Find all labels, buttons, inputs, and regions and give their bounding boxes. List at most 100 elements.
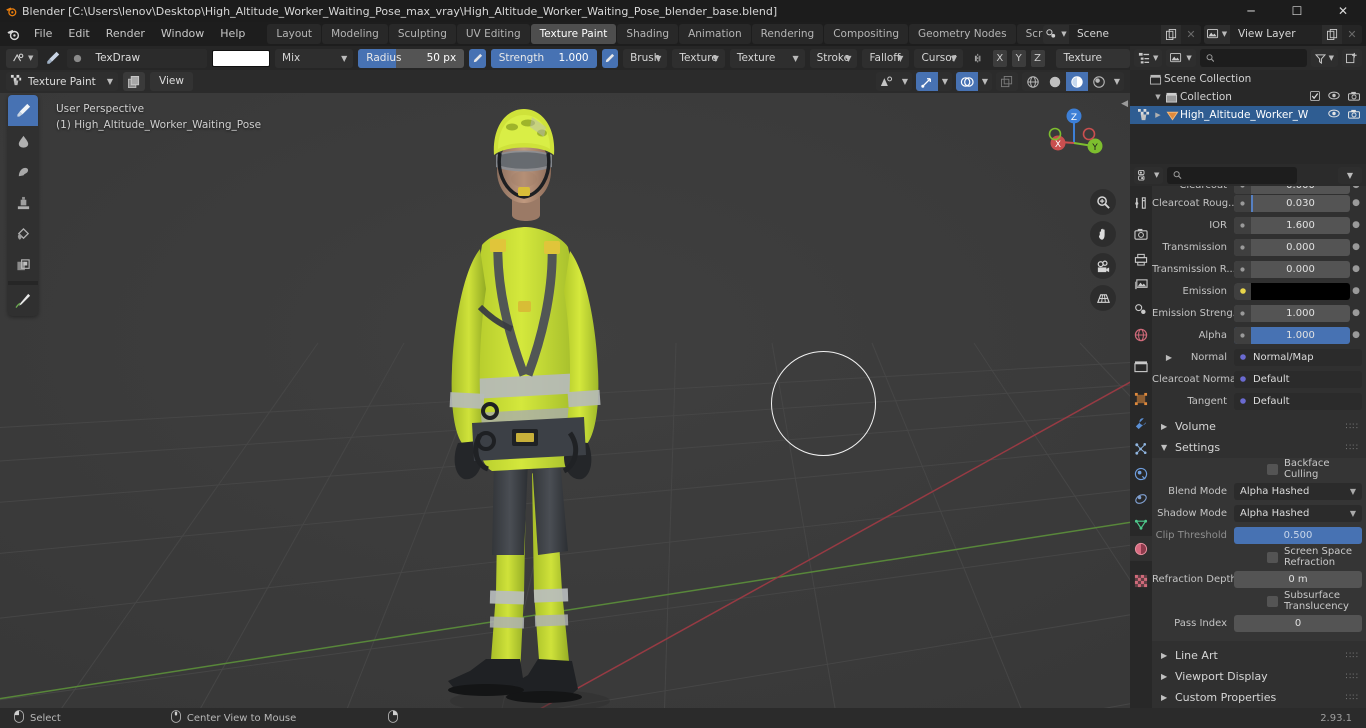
view-menu[interactable]: View — [150, 72, 193, 91]
tab-modeling[interactable]: Modeling — [322, 24, 388, 44]
animate-dot-icon[interactable]: ● — [1350, 198, 1362, 208]
animate-dot-icon[interactable]: ● — [1350, 330, 1362, 340]
row-clip-threshold[interactable]: Clip Threshold 0.500 — [1152, 524, 1366, 546]
animate-dot-icon[interactable]: ● — [1350, 220, 1362, 230]
remove-view-layer-button[interactable]: ✕ — [1342, 24, 1362, 44]
driver-dot-icon[interactable] — [1234, 194, 1251, 212]
grid-icon[interactable] — [1090, 285, 1116, 311]
panel-custom-properties[interactable]: ▶ Custom Properties ∷∷ — [1152, 687, 1366, 708]
brush-popover[interactable]: Brush ▼ — [623, 48, 668, 68]
shading-mode-group[interactable]: ▼ — [1022, 72, 1124, 91]
camera-icon[interactable] — [1348, 91, 1360, 104]
value-field[interactable]: 0.000 — [1234, 238, 1350, 256]
view-layer-icon[interactable]: ▼ — [1204, 24, 1230, 44]
tool-settings-popover[interactable]: ▼ — [6, 48, 39, 68]
interaction-mode-selector[interactable]: Texture Paint ▼ — [6, 72, 118, 91]
panel-line-art[interactable]: ▶ Line Art ∷∷ — [1152, 645, 1366, 666]
row-clearcoat-normal[interactable]: Clearcoat Normal Default — [1152, 368, 1366, 390]
checkbox-icon[interactable] — [1310, 90, 1320, 104]
3d-viewport[interactable]: User Perspective (1) High_Altitude_Worke… — [0, 93, 1130, 708]
draw-tool-button[interactable] — [8, 95, 38, 126]
new-scene-icon[interactable] — [1161, 24, 1181, 44]
disclosure-triangle-icon[interactable]: ▼ — [1161, 443, 1169, 452]
overlays-icon[interactable] — [956, 72, 978, 91]
smear-tool-button[interactable] — [8, 157, 38, 188]
hand-icon[interactable] — [1090, 221, 1116, 247]
row-blend-mode[interactable]: Blend Mode Alpha Hashed ▼ — [1152, 480, 1366, 502]
rendered-shading-icon[interactable] — [1088, 72, 1110, 91]
zoom-icon[interactable] — [1090, 189, 1116, 215]
close-button[interactable]: ✕ — [1320, 0, 1366, 22]
disclosure-triangle-icon[interactable]: ▶ — [1152, 353, 1172, 362]
tab-layout[interactable]: Layout — [267, 24, 322, 44]
disclosure-triangle-icon[interactable]: ▶ — [1161, 672, 1169, 681]
row-backface-culling[interactable]: Backface Culling — [1152, 458, 1366, 480]
solid-shading-icon[interactable] — [1044, 72, 1066, 91]
link-field[interactable]: Default — [1234, 392, 1362, 410]
driver-dot-icon[interactable] — [1234, 216, 1251, 234]
symmetry-y-button[interactable]: Y — [1011, 49, 1026, 67]
disclosure-triangle-icon[interactable]: ▶ — [1161, 422, 1169, 431]
scene-name[interactable]: Scene — [1069, 24, 1161, 44]
scene-icon[interactable]: ▼ — [1043, 24, 1069, 44]
value-field[interactable]: 0.030 — [1234, 194, 1350, 212]
eye-icon[interactable] — [1328, 91, 1340, 103]
falloff-popover[interactable]: Falloff ▼ — [862, 48, 910, 68]
high-altitude-worker-model[interactable] — [420, 93, 650, 708]
symmetry-z-button[interactable]: Z — [1030, 49, 1045, 67]
copy-mode-icon[interactable] — [123, 72, 145, 91]
brush-color-swatch[interactable] — [212, 49, 271, 67]
visibility-popover[interactable]: ▼ — [876, 72, 912, 91]
collection-tab[interactable] — [1130, 354, 1152, 379]
properties-search-field[interactable] — [1186, 169, 1292, 181]
value-field[interactable]: 0.000 — [1234, 260, 1350, 278]
outliner-display-mode-button[interactable]: ▼ — [1166, 49, 1196, 67]
view-layer-selector[interactable]: ▼ View Layer ✕ — [1204, 24, 1362, 44]
disclosure-triangle-icon[interactable]: ▶ — [1161, 651, 1169, 660]
properties-options-button[interactable]: ▼ — [1338, 166, 1362, 184]
driver-dot-icon[interactable] — [1234, 238, 1251, 256]
modifier-tab[interactable] — [1130, 411, 1152, 436]
row-normal[interactable]: ▶ Normal Normal/Map — [1152, 346, 1366, 368]
row-transmission-roughness[interactable]: Transmission R... 0.000 ● — [1152, 258, 1366, 280]
animate-dot-icon[interactable]: ● — [1350, 286, 1362, 296]
scene-tab[interactable] — [1130, 297, 1152, 322]
disclosure-triangle-icon[interactable]: ▶ — [1161, 693, 1169, 702]
animate-dot-icon[interactable]: ● — [1350, 308, 1362, 318]
xray-toggle[interactable] — [996, 72, 1018, 91]
value-field[interactable]: 1.000 — [1234, 304, 1350, 322]
stroke-popover[interactable]: Stroke ▼ — [809, 48, 858, 68]
soften-tool-button[interactable] — [8, 126, 38, 157]
row-clearcoat-roughness[interactable]: Clearcoat Roug... 0.030 ● — [1152, 192, 1366, 214]
row-refraction-depth[interactable]: Refraction Depth 0 m — [1152, 568, 1366, 590]
outliner-row-high-altitude-worker[interactable]: ▶ High_Altitude_Worker_W — [1130, 106, 1366, 124]
menu-render[interactable]: Render — [98, 22, 153, 46]
tab-sculpting[interactable]: Sculpting — [388, 24, 456, 44]
tab-uv-editing[interactable]: UV Editing — [456, 24, 530, 44]
sidebar-toggle-icon[interactable]: ◀ — [1121, 99, 1128, 109]
object-visibility-icon[interactable] — [876, 72, 898, 91]
view-layer-tab[interactable] — [1130, 272, 1152, 297]
row-emission-strength[interactable]: Emission Streng... 1.000 ● — [1152, 302, 1366, 324]
disclosure-triangle-icon[interactable]: ▶ — [1152, 111, 1164, 119]
navigation-gizmo[interactable]: Z Y X — [1042, 101, 1112, 171]
outliner-search-field[interactable] — [1218, 52, 1301, 64]
symmetry-x-button[interactable]: X — [992, 49, 1007, 67]
tool-tab[interactable] — [1130, 190, 1152, 215]
row-subsurface-translucency[interactable]: Subsurface Translucency — [1152, 590, 1366, 612]
clone-tool-button[interactable] — [8, 188, 38, 219]
outliner-editor-type-button[interactable]: ▼ — [1134, 49, 1163, 67]
brush-icon[interactable] — [43, 49, 62, 68]
strength-slider[interactable]: Strength 1.000 — [490, 48, 597, 68]
texture-mask-popover[interactable]: Texture Mask ▼ — [729, 48, 805, 83]
camera-icon[interactable] — [1348, 109, 1360, 122]
animate-dot-icon[interactable]: ● — [1350, 264, 1362, 274]
properties-body[interactable]: Clearcoat 0.000 ● Clearcoat Roug... 0.03… — [1152, 186, 1366, 708]
disclosure-triangle-icon[interactable]: ▼ — [1152, 93, 1164, 101]
cursor-popover[interactable]: Cursor ▼ — [914, 48, 963, 68]
clip-threshold-slider[interactable]: 0.500 — [1234, 526, 1362, 544]
scene-selector[interactable]: ▼ Scene ✕ — [1043, 24, 1201, 44]
minimize-button[interactable]: ─ — [1228, 0, 1274, 22]
outliner-search-input[interactable] — [1199, 49, 1307, 67]
gizmo-toggle-group[interactable]: ▼ — [916, 72, 952, 91]
